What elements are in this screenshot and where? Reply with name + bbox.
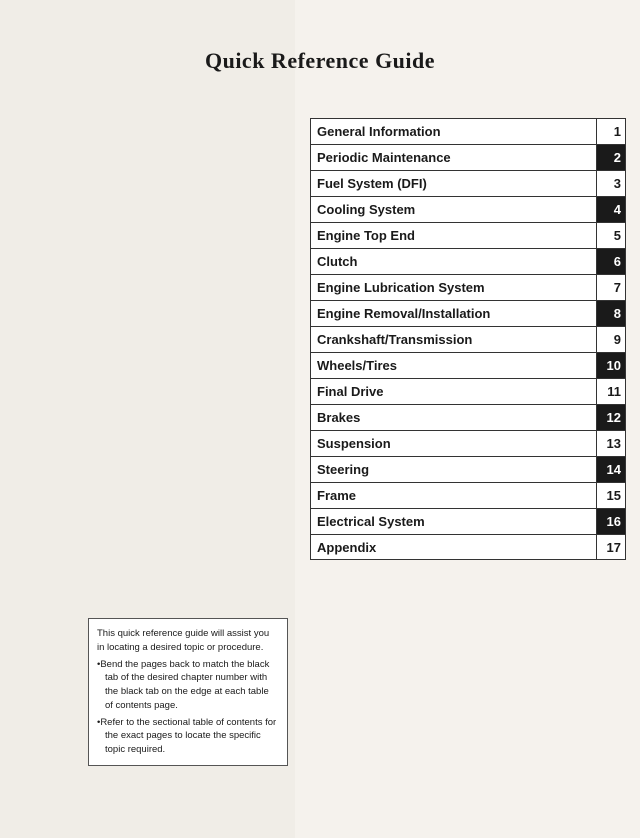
page: Quick Reference Guide General Informatio… <box>0 0 640 838</box>
toc-row[interactable]: Cooling System4 <box>310 196 626 222</box>
toc-number: 7 <box>597 275 625 300</box>
toc-row[interactable]: Crankshaft/Transmission9 <box>310 326 626 352</box>
toc-row[interactable]: Frame15 <box>310 482 626 508</box>
toc-number: 14 <box>597 457 625 482</box>
toc-label: General Information <box>311 119 597 144</box>
toc-label: Fuel System (DFI) <box>311 171 597 196</box>
toc-label: Steering <box>311 457 597 482</box>
toc-container: General Information1Periodic Maintenance… <box>310 118 626 560</box>
note-text: This quick reference guide will assist y… <box>97 627 279 757</box>
toc-number: 1 <box>597 119 625 144</box>
toc-number: 15 <box>597 483 625 508</box>
toc-number: 8 <box>597 301 625 326</box>
toc-number: 11 <box>597 379 625 404</box>
toc-label: Frame <box>311 483 597 508</box>
toc-number: 9 <box>597 327 625 352</box>
page-title: Quick Reference Guide <box>0 48 640 74</box>
note-intro: This quick reference guide will assist y… <box>97 628 269 653</box>
toc-label: Suspension <box>311 431 597 456</box>
toc-label: Engine Lubrication System <box>311 275 597 300</box>
toc-number: 2 <box>597 145 625 170</box>
toc-label: Engine Removal/Installation <box>311 301 597 326</box>
toc-number: 6 <box>597 249 625 274</box>
toc-row[interactable]: Fuel System (DFI)3 <box>310 170 626 196</box>
toc-label: Final Drive <box>311 379 597 404</box>
title-area: Quick Reference Guide <box>0 48 640 74</box>
toc-row[interactable]: Steering14 <box>310 456 626 482</box>
toc-row[interactable]: Final Drive11 <box>310 378 626 404</box>
toc-label: Brakes <box>311 405 597 430</box>
toc-number: 10 <box>597 353 625 378</box>
toc-row[interactable]: Periodic Maintenance2 <box>310 144 626 170</box>
toc-row[interactable]: General Information1 <box>310 118 626 144</box>
toc-label: Cooling System <box>311 197 597 222</box>
toc-number: 3 <box>597 171 625 196</box>
toc-row[interactable]: Brakes12 <box>310 404 626 430</box>
toc-row[interactable]: Engine Removal/Installation8 <box>310 300 626 326</box>
toc-number: 16 <box>597 509 625 534</box>
toc-label: Appendix <box>311 535 597 559</box>
toc-label: Clutch <box>311 249 597 274</box>
note-box: This quick reference guide will assist y… <box>88 618 288 766</box>
toc-row[interactable]: Engine Top End5 <box>310 222 626 248</box>
toc-label: Wheels/Tires <box>311 353 597 378</box>
toc-number: 5 <box>597 223 625 248</box>
toc-row[interactable]: Electrical System16 <box>310 508 626 534</box>
toc-number: 4 <box>597 197 625 222</box>
toc-row[interactable]: Suspension13 <box>310 430 626 456</box>
toc-number: 12 <box>597 405 625 430</box>
toc-row[interactable]: Appendix17 <box>310 534 626 560</box>
note-bullet1: •Bend the pages back to match the black … <box>97 658 279 713</box>
toc-label: Engine Top End <box>311 223 597 248</box>
toc-row[interactable]: Wheels/Tires10 <box>310 352 626 378</box>
note-bullet2: •Refer to the sectional table of content… <box>97 716 279 757</box>
toc-label: Crankshaft/Transmission <box>311 327 597 352</box>
toc-label: Periodic Maintenance <box>311 145 597 170</box>
toc-number: 13 <box>597 431 625 456</box>
toc-row[interactable]: Engine Lubrication System7 <box>310 274 626 300</box>
toc-row[interactable]: Clutch6 <box>310 248 626 274</box>
toc-number: 17 <box>597 535 625 559</box>
toc-label: Electrical System <box>311 509 597 534</box>
